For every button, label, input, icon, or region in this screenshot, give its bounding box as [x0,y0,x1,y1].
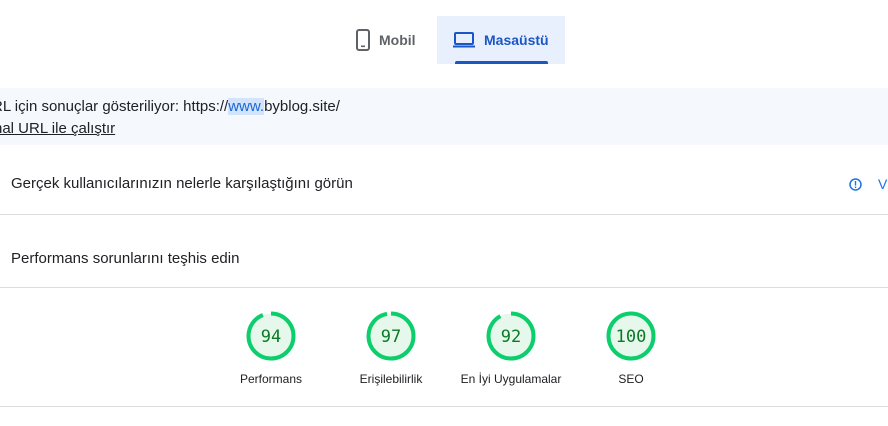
gauge-performance-score: 94 [261,327,281,347]
divider [0,406,888,407]
tab-desktop-label: Masaüstü [484,32,549,48]
gauge-accessibility-score: 97 [381,327,401,347]
field-data-info-link[interactable]: V [849,176,887,192]
url-suffix: byblog.site/ [264,98,340,115]
url-results-text: RL için sonuçlar gösteriliyor: https://w… [0,98,340,115]
url-prefix: RL için sonuçlar gösteriliyor: https:// [0,98,229,115]
gauge-best-practices[interactable]: 92 En İyi Uygulamalar [446,311,576,386]
gauge-seo-label: SEO [618,372,644,386]
gauge-performance[interactable]: 94 Performans [206,311,336,386]
laptop-icon [453,32,475,48]
gauge-accessibility-label: Erişilebilirlik [359,372,423,386]
tab-mobile[interactable]: Mobil [340,16,437,64]
url-highlight: www. [228,98,265,115]
gauge-seo-score: 100 [616,327,647,347]
gauge-accessibility-ring: 97 [366,311,416,361]
field-data-heading: Gerçek kullanıcılarınızın nelerle karşıl… [11,175,353,192]
gauge-performance-ring: 94 [246,311,296,361]
gauge-best-practices-ring: 92 [486,311,536,361]
diagnose-heading: Performans sorunlarını teşhis edin [11,250,240,267]
gauge-performance-label: Performans [239,372,303,386]
gauge-seo[interactable]: 100 SEO [566,311,696,386]
tab-mobile-label: Mobil [379,32,416,48]
gauge-best-practices-score: 92 [501,327,521,347]
tab-desktop[interactable]: Masaüstü [437,16,565,64]
url-banner: RL için sonuçlar gösteriliyor: https://w… [0,88,888,145]
run-original-url-link[interactable]: ijinal URL ile çalıştır [0,120,115,137]
gauge-accessibility[interactable]: 97 Erişilebilirlik [326,311,456,386]
field-data-info-label: V [878,176,888,192]
smartphone-icon [356,29,370,51]
info-icon [849,177,862,191]
device-tabs: Mobil Masaüstü [340,16,565,64]
gauge-best-practices-label: En İyi Uygulamalar [460,372,562,386]
divider [0,214,888,215]
divider [0,287,888,288]
gauge-seo-ring: 100 [606,311,656,361]
